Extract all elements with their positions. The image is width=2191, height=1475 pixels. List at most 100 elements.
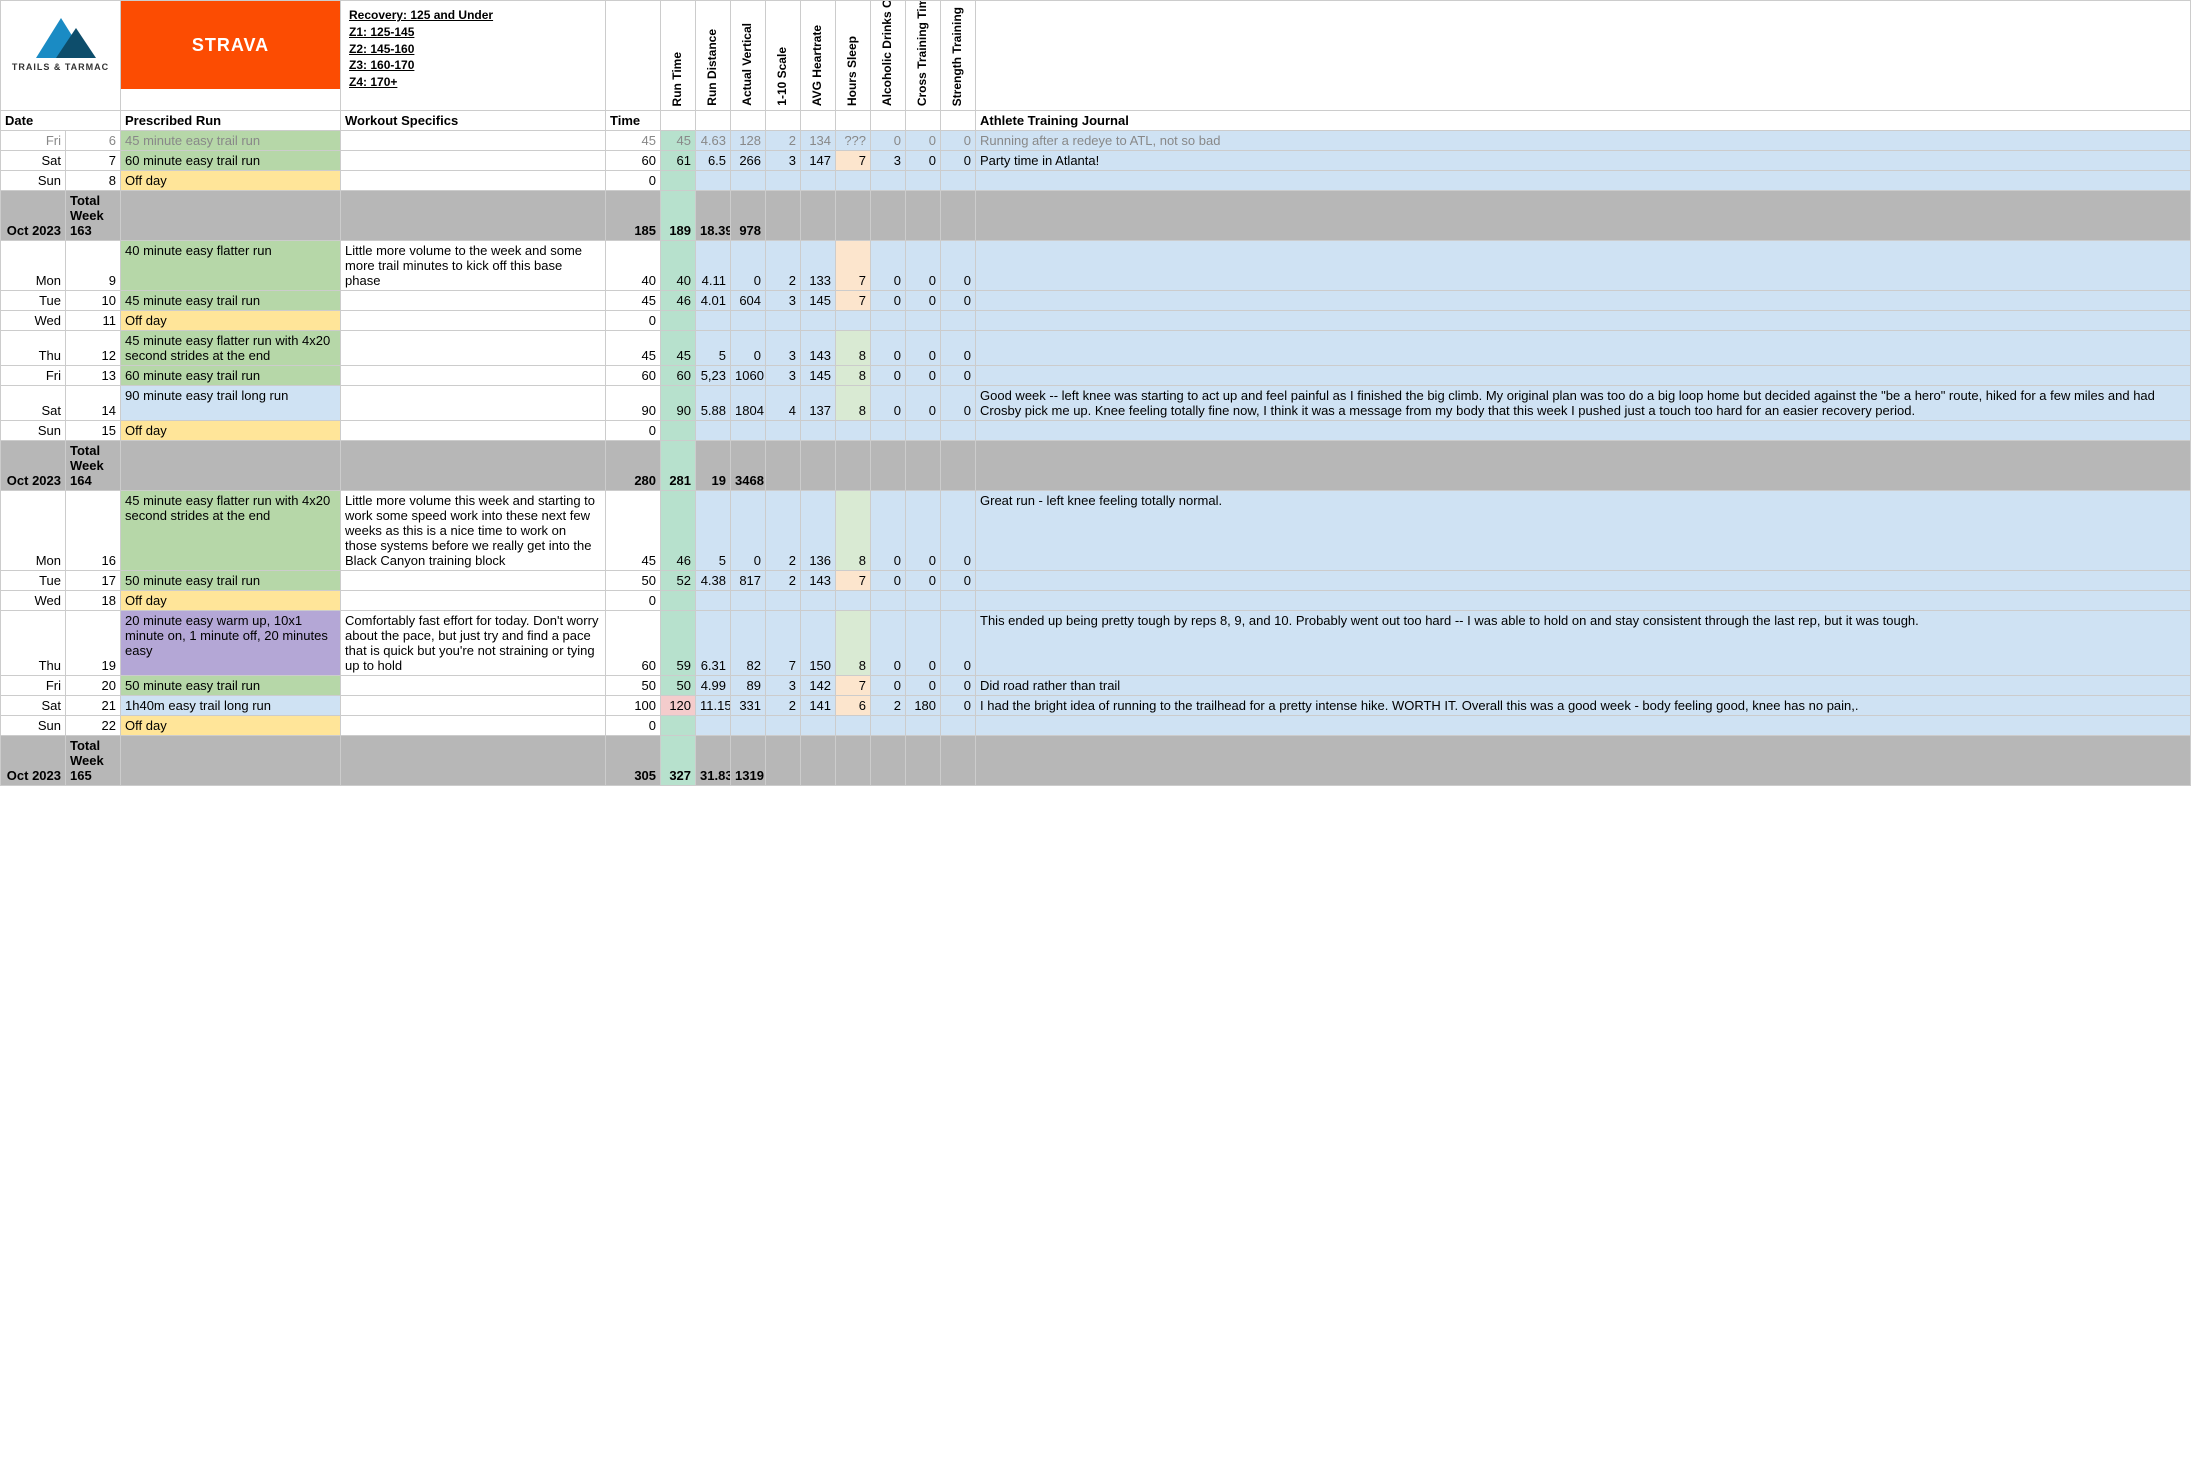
cell-vertical[interactable]: 0 xyxy=(731,331,766,366)
cell-crosstrain[interactable]: 0 xyxy=(906,386,941,421)
cell-drinks[interactable]: 0 xyxy=(871,131,906,151)
cell-heartrate[interactable]: 137 xyxy=(801,386,836,421)
cell-heartrate[interactable]: 143 xyxy=(801,331,836,366)
cell-journal[interactable] xyxy=(976,311,2191,331)
cell-drinks[interactable]: 0 xyxy=(871,291,906,311)
cell-strength[interactable]: 0 xyxy=(941,151,976,171)
cell-distance[interactable]: 5 xyxy=(696,331,731,366)
cell-scale[interactable]: 2 xyxy=(766,571,801,591)
cell-scale[interactable]: 3 xyxy=(766,676,801,696)
cell-journal[interactable]: Great run - left knee feeling totally no… xyxy=(976,491,2191,571)
cell-specifics[interactable]: Little more volume to the week and some … xyxy=(341,241,606,291)
cell-vertical[interactable]: 817 xyxy=(731,571,766,591)
cell-scale[interactable]: 7 xyxy=(766,611,801,676)
cell-crosstrain[interactable]: 0 xyxy=(906,571,941,591)
cell-runtime[interactable] xyxy=(661,591,696,611)
cell-scale[interactable]: 3 xyxy=(766,331,801,366)
cell-journal[interactable] xyxy=(976,171,2191,191)
cell-vertical[interactable] xyxy=(731,171,766,191)
cell-distance[interactable]: 11.15 xyxy=(696,696,731,716)
cell-sleep[interactable]: 8 xyxy=(836,611,871,676)
cell-sleep[interactable]: 8 xyxy=(836,491,871,571)
cell-sleep[interactable] xyxy=(836,716,871,736)
cell-runtime[interactable] xyxy=(661,716,696,736)
cell-drinks[interactable]: 0 xyxy=(871,241,906,291)
day-row[interactable]: Sun15Off day0 xyxy=(1,421,2191,441)
cell-journal[interactable] xyxy=(976,291,2191,311)
cell-drinks[interactable]: 0 xyxy=(871,676,906,696)
cell-distance[interactable]: 5,23 xyxy=(696,366,731,386)
cell-journal[interactable] xyxy=(976,571,2191,591)
cell-runtime[interactable]: 40 xyxy=(661,241,696,291)
cell-specifics[interactable] xyxy=(341,591,606,611)
cell-heartrate[interactable] xyxy=(801,171,836,191)
cell-distance[interactable] xyxy=(696,171,731,191)
cell-journal[interactable] xyxy=(976,421,2191,441)
cell-distance[interactable]: 4.11 xyxy=(696,241,731,291)
cell-heartrate[interactable] xyxy=(801,311,836,331)
cell-strength[interactable] xyxy=(941,421,976,441)
cell-drinks[interactable] xyxy=(871,591,906,611)
cell-drinks[interactable] xyxy=(871,716,906,736)
cell-distance[interactable] xyxy=(696,311,731,331)
cell-sleep[interactable]: 7 xyxy=(836,151,871,171)
cell-distance[interactable]: 6.31 xyxy=(696,611,731,676)
cell-sleep[interactable] xyxy=(836,591,871,611)
cell-vertical[interactable]: 331 xyxy=(731,696,766,716)
week-summary-row[interactable]: Oct 2023Total Week 164280281193468 xyxy=(1,441,2191,491)
cell-time[interactable]: 0 xyxy=(606,591,661,611)
cell-drinks[interactable]: 0 xyxy=(871,366,906,386)
cell-specifics[interactable] xyxy=(341,571,606,591)
cell-crosstrain[interactable] xyxy=(906,716,941,736)
cell-journal[interactable]: Did road rather than trail xyxy=(976,676,2191,696)
cell-vertical[interactable]: 604 xyxy=(731,291,766,311)
cell-runtime[interactable] xyxy=(661,311,696,331)
cell-scale[interactable]: 4 xyxy=(766,386,801,421)
cell-scale[interactable] xyxy=(766,716,801,736)
cell-prescribed-run[interactable]: 1h40m easy trail long run xyxy=(121,696,341,716)
day-row[interactable]: Thu1920 minute easy warm up, 10x1 minute… xyxy=(1,611,2191,676)
cell-drinks[interactable]: 0 xyxy=(871,331,906,366)
cell-drinks[interactable]: 3 xyxy=(871,151,906,171)
cell-strength[interactable]: 0 xyxy=(941,676,976,696)
cell-strength[interactable]: 0 xyxy=(941,491,976,571)
cell-specifics[interactable] xyxy=(341,171,606,191)
cell-prescribed-run[interactable]: 45 minute easy trail run xyxy=(121,131,341,151)
cell-runtime[interactable]: 120 xyxy=(661,696,696,716)
cell-prescribed-run[interactable]: 45 minute easy flatter run with 4x20 sec… xyxy=(121,491,341,571)
cell-time[interactable]: 0 xyxy=(606,421,661,441)
cell-strength[interactable]: 0 xyxy=(941,386,976,421)
cell-vertical[interactable]: 82 xyxy=(731,611,766,676)
cell-strength[interactable] xyxy=(941,716,976,736)
cell-heartrate[interactable] xyxy=(801,421,836,441)
cell-time[interactable]: 90 xyxy=(606,386,661,421)
cell-time[interactable]: 0 xyxy=(606,716,661,736)
cell-strength[interactable] xyxy=(941,591,976,611)
cell-journal[interactable] xyxy=(976,331,2191,366)
cell-runtime[interactable]: 90 xyxy=(661,386,696,421)
cell-specifics[interactable] xyxy=(341,131,606,151)
cell-heartrate[interactable]: 142 xyxy=(801,676,836,696)
week-summary-row[interactable]: Oct 2023Total Week 16318518918.39978 xyxy=(1,191,2191,241)
day-row[interactable]: Sat760 minute easy trail run60616.526631… xyxy=(1,151,2191,171)
cell-time[interactable]: 0 xyxy=(606,171,661,191)
cell-crosstrain[interactable] xyxy=(906,421,941,441)
cell-prescribed-run[interactable]: Off day xyxy=(121,171,341,191)
cell-crosstrain[interactable]: 0 xyxy=(906,131,941,151)
cell-heartrate[interactable] xyxy=(801,591,836,611)
cell-vertical[interactable]: 128 xyxy=(731,131,766,151)
week-summary-row[interactable]: Oct 2023Total Week 16530532731.831319 xyxy=(1,736,2191,786)
day-row[interactable]: Sat211h40m easy trail long run10012011.1… xyxy=(1,696,2191,716)
cell-journal[interactable]: Running after a redeye to ATL, not so ba… xyxy=(976,131,2191,151)
cell-specifics[interactable] xyxy=(341,386,606,421)
cell-scale[interactable]: 3 xyxy=(766,151,801,171)
cell-runtime[interactable] xyxy=(661,171,696,191)
cell-crosstrain[interactable]: 0 xyxy=(906,491,941,571)
cell-prescribed-run[interactable]: 20 minute easy warm up, 10x1 minute on, … xyxy=(121,611,341,676)
cell-sleep[interactable]: 6 xyxy=(836,696,871,716)
cell-journal[interactable] xyxy=(976,591,2191,611)
cell-heartrate[interactable]: 145 xyxy=(801,366,836,386)
cell-time[interactable]: 0 xyxy=(606,311,661,331)
cell-time[interactable]: 50 xyxy=(606,676,661,696)
cell-scale[interactable]: 2 xyxy=(766,696,801,716)
